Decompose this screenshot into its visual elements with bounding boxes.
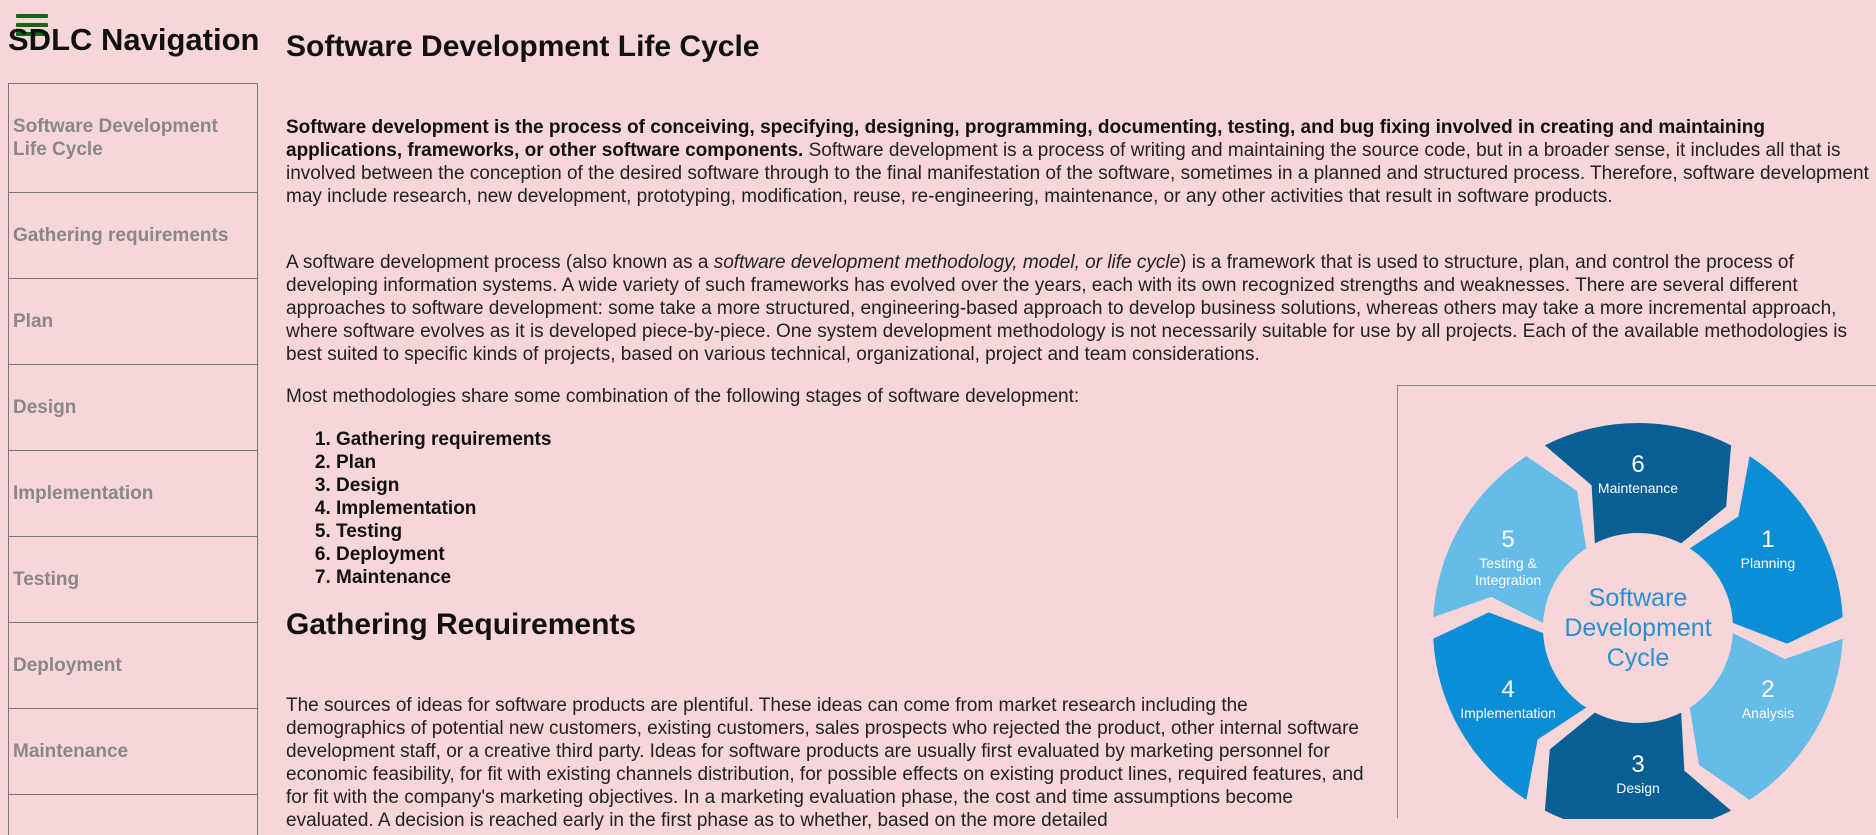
cycle-center-label: Development xyxy=(1564,614,1711,642)
process-emphasis: software development methodology, model,… xyxy=(713,252,1181,273)
nav-title: SDLC Navigation xyxy=(8,22,260,57)
nav-item-testing[interactable]: Testing xyxy=(8,537,258,623)
stage-item: Testing xyxy=(336,520,551,543)
cycle-step-number: 1 xyxy=(1761,526,1774,553)
cycle-step-label: Implementation xyxy=(1460,705,1556,721)
sdlc-cycle-svg: 1 Planning 2 Analysis 3 Design 4 Implementation… xyxy=(1433,423,1843,819)
sidebar-nav: Software Development Life Cycle Gatherin… xyxy=(8,83,258,835)
nav-item-plan[interactable]: Plan xyxy=(8,279,258,365)
cycle-step-number: 3 xyxy=(1631,751,1644,778)
stages-intro: Most methodologies share some combinatio… xyxy=(286,386,1080,407)
nav-item-more[interactable] xyxy=(8,795,258,835)
cycle-step-number: 6 xyxy=(1631,451,1644,478)
nav-item-design[interactable]: Design xyxy=(8,365,258,451)
page-title: Software Development Life Cycle xyxy=(286,30,760,63)
nav-item-deployment[interactable]: Deployment xyxy=(8,623,258,709)
stages-list: Gathering requirements Plan Design Imple… xyxy=(286,428,551,589)
cycle-step-number: 2 xyxy=(1761,676,1774,703)
stage-item: Plan xyxy=(336,451,551,474)
stage-item: Deployment xyxy=(336,543,551,566)
intro-paragraph: Software development is the process of c… xyxy=(286,116,1876,208)
cycle-step-number: 4 xyxy=(1501,676,1514,703)
process-text-a: A software development process (also kno… xyxy=(286,252,714,273)
cycle-center-label: Cycle xyxy=(1607,644,1670,672)
cycle-center-label: Software xyxy=(1589,584,1688,612)
section-heading-gathering-requirements: Gathering Requirements xyxy=(286,608,637,641)
stage-item: Design xyxy=(336,474,551,497)
process-paragraph: A software development process (also kno… xyxy=(286,251,1876,366)
nav-item-gathering-requirements[interactable]: Gathering requirements xyxy=(8,193,258,279)
cycle-step-label: Maintenance xyxy=(1598,480,1678,496)
cycle-step-label: Planning xyxy=(1741,555,1796,571)
nav-item-implementation[interactable]: Implementation xyxy=(8,451,258,537)
stage-item: Implementation xyxy=(336,497,551,520)
cycle-step-label: Testing & xyxy=(1479,555,1537,571)
stage-item: Gathering requirements xyxy=(336,428,551,451)
stage-item: Maintenance xyxy=(336,566,551,589)
cycle-step-number: 5 xyxy=(1501,526,1514,553)
sdlc-cycle-diagram: 1 Planning 2 Analysis 3 Design 4 Implementation… xyxy=(1397,385,1876,819)
nav-item-sdlc[interactable]: Software Development Life Cycle xyxy=(8,83,258,193)
cycle-step-label: Integration xyxy=(1475,572,1541,588)
nav-item-maintenance[interactable]: Maintenance xyxy=(8,709,258,795)
cycle-step-label: Design xyxy=(1616,780,1660,796)
cycle-step-label: Analysis xyxy=(1742,705,1794,721)
gathering-paragraph: The sources of ideas for software produc… xyxy=(286,695,1364,831)
